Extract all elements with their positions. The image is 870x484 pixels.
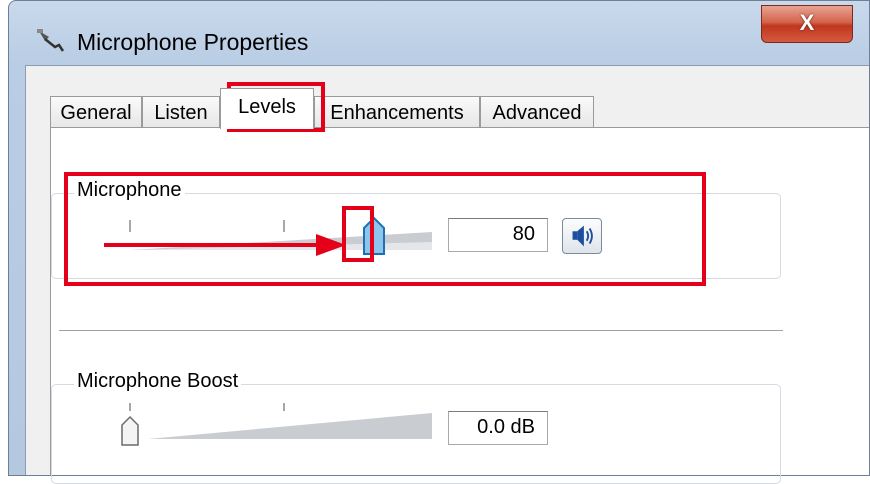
tab-levels[interactable]: Levels <box>220 88 314 129</box>
boost-ramp <box>148 413 432 439</box>
title-bar[interactable]: Microphone Properties X <box>9 1 869 75</box>
boost-slider-thumb[interactable] <box>121 415 139 446</box>
boost-group: Microphone Boost 0.0 dB <box>51 370 781 484</box>
tab-listen[interactable]: Listen <box>142 96 220 128</box>
annotation-arrow <box>104 234 346 256</box>
microphone-icon <box>37 29 65 52</box>
window-title: Microphone Properties <box>77 29 309 55</box>
tab-enhancements[interactable]: Enhancements <box>314 96 480 128</box>
tab-general[interactable]: General <box>50 96 142 128</box>
tab-advanced[interactable]: Advanced <box>480 96 594 128</box>
boost-group-label: Microphone Boost <box>74 370 242 393</box>
boost-level-value[interactable]: 0.0 dB <box>448 411 548 445</box>
group-separator <box>59 330 783 331</box>
close-button[interactable]: X <box>761 5 853 43</box>
boost-level-slider[interactable] <box>92 399 432 449</box>
microphone-group-highlight <box>64 172 706 286</box>
